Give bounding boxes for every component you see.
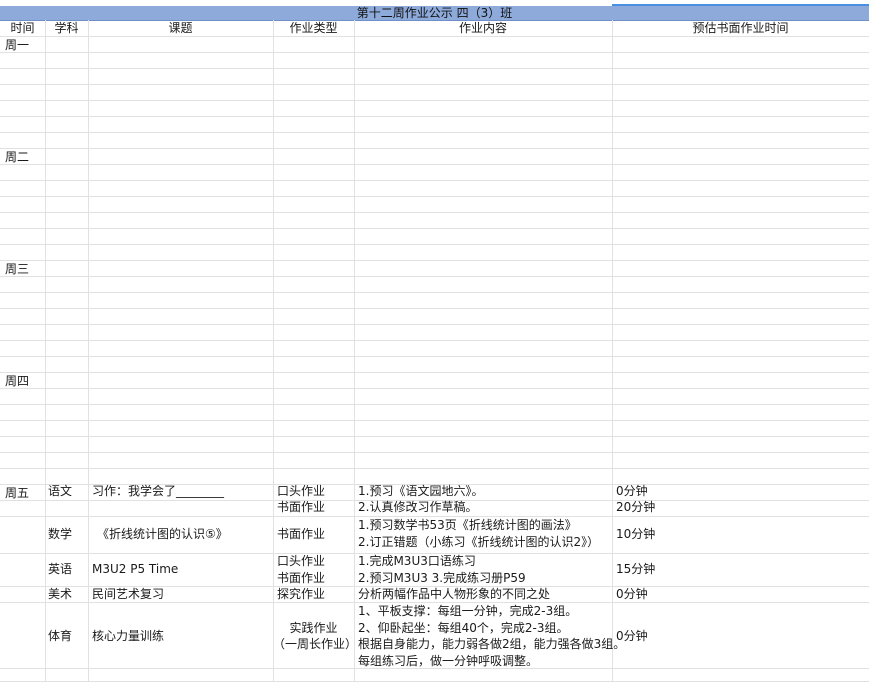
row-gridline [0,468,869,469]
column-gridline [88,20,89,682]
header-time[interactable]: 时间 [0,20,45,36]
math-type[interactable]: 书面作业 [277,526,325,542]
pe-time[interactable]: 0分钟 [616,628,648,644]
math-content-1[interactable]: 1.预习数学书53页《折线统计图的画法》 [358,517,577,533]
day-thursday[interactable]: 周四 [5,373,29,389]
pe-content-4[interactable]: 每组练习后，做一分钟呼吸调整。 [358,653,538,669]
art-type[interactable]: 探究作业 [277,586,325,602]
column-gridline [354,20,355,682]
row-gridline [0,36,869,37]
english-time[interactable]: 15分钟 [616,561,655,577]
pe-subject[interactable]: 体育 [48,628,72,644]
pe-content-1[interactable]: 1、平板支撑：每组一分钟，完成2-3组。 [358,603,577,619]
row-gridline [0,84,869,85]
header-type[interactable]: 作业类型 [273,20,354,36]
row-gridline [0,292,869,293]
art-subject[interactable]: 美术 [48,586,72,602]
pe-content-3[interactable]: 根据自身能力，能力弱各做2组，能力强各做3组。 [358,636,625,652]
math-subject[interactable]: 数学 [48,526,72,542]
math-content-2[interactable]: 2.订正错题（小练习《折线统计图的认识2》） [358,534,599,550]
row-gridline [0,148,869,149]
header-topic[interactable]: 课题 [88,20,273,36]
column-gridline [273,20,274,682]
chinese-subject[interactable]: 语文 [48,483,72,499]
art-content[interactable]: 分析两幅作品中人物形象的不同之处 [358,586,550,602]
row-gridline [0,324,869,325]
english-type-written[interactable]: 书面作业 [277,570,325,586]
row-gridline [0,52,869,53]
column-gridline [612,20,613,682]
row-gridline [0,196,869,197]
chinese-time-2[interactable]: 20分钟 [616,499,655,515]
day-tuesday[interactable]: 周二 [5,149,29,165]
math-topic[interactable]: 《折线统计图的认识⑤》 [97,526,228,542]
row-gridline [0,228,869,229]
chinese-topic[interactable]: 习作：我学会了________ [92,483,224,499]
row-gridline [0,420,869,421]
art-time[interactable]: 0分钟 [616,586,648,602]
english-topic[interactable]: M3U2 P5 Time [92,561,178,577]
header-est-time[interactable]: 预估书面作业时间 [612,20,869,36]
day-friday[interactable]: 周五 [5,485,29,501]
row-gridline [0,100,869,101]
art-topic[interactable]: 民间艺术复习 [92,586,164,602]
row-gridline [0,164,869,165]
english-type-oral[interactable]: 口头作业 [277,553,325,569]
chinese-content-2[interactable]: 2.认真修改习作草稿。 [358,499,477,515]
row-gridline [0,388,869,389]
chinese-type-oral[interactable]: 口头作业 [277,483,325,499]
row-gridline [0,404,869,405]
pe-type-long[interactable]: （一周长作业） [273,636,357,652]
row-gridline [0,180,869,181]
row-gridline [0,116,869,117]
math-time[interactable]: 10分钟 [616,526,655,542]
row-gridline [0,372,869,373]
chinese-type-written[interactable]: 书面作业 [277,499,325,515]
row-gridline [0,260,869,261]
row-gridline [0,452,869,453]
pe-content-2[interactable]: 2、仰卧起坐：每组40个，完成2-3组。 [358,620,569,636]
english-subject[interactable]: 英语 [48,561,72,577]
pe-topic[interactable]: 核心力量训练 [92,628,164,644]
header-subject[interactable]: 学科 [45,20,88,36]
row-gridline [0,340,869,341]
pe-type-practice[interactable]: 实践作业 [273,620,354,636]
day-wednesday[interactable]: 周三 [5,261,29,277]
english-content-1[interactable]: 1.完成M3U3口语练习 [358,553,476,569]
column-gridline [45,20,46,682]
chinese-content-1[interactable]: 1.预习《语文园地六》。 [358,483,483,499]
row-gridline [0,68,869,69]
row-gridline [0,308,869,309]
row-gridline [0,132,869,133]
row-gridline [0,436,869,437]
row-gridline [0,212,869,213]
english-content-2[interactable]: 2.预习M3U3 3.完成练习册P59 [358,570,526,586]
chinese-time-1[interactable]: 0分钟 [616,483,648,499]
row-gridline [0,276,869,277]
row-gridline [0,356,869,357]
header-content[interactable]: 作业内容 [354,20,612,36]
row-gridline [0,244,869,245]
day-monday[interactable]: 周一 [5,37,29,53]
